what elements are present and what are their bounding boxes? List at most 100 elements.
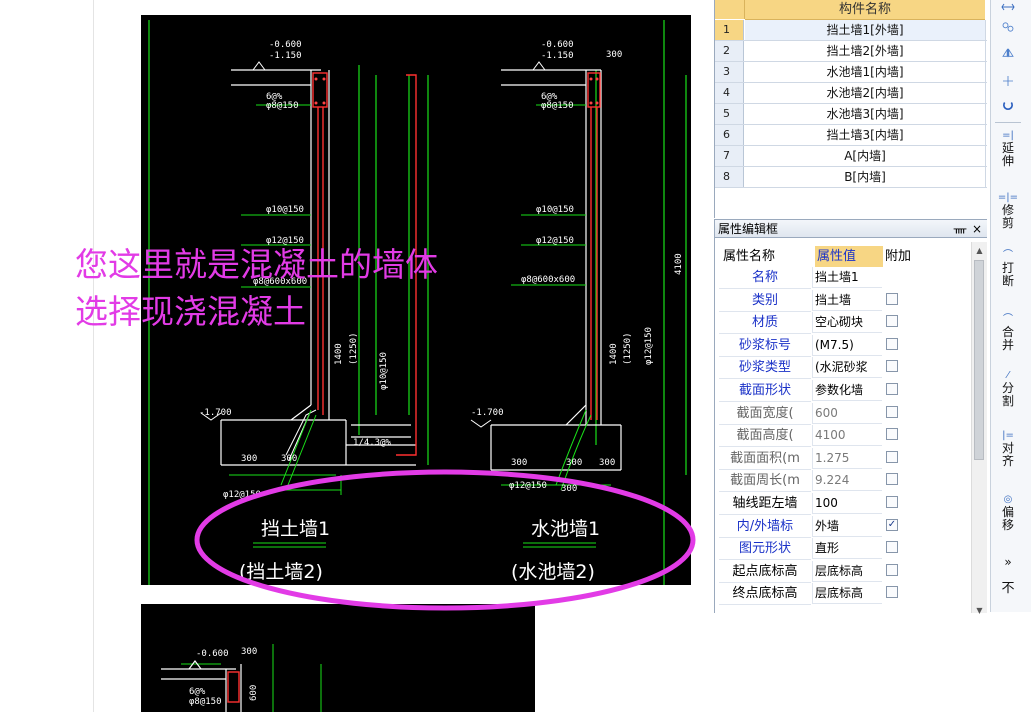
component-list-header[interactable]: 构件名称 [745,0,985,20]
component-list-corner [715,0,745,19]
property-extra-checkbox[interactable] [886,428,898,441]
edit-toolbar: =| 延伸 =|= 修剪 ⌒ 打断 ⌒ 合并 ⁄ 分割 |= 对齐 ◎ 偏移 » 不 [990,0,1031,612]
property-value[interactable]: 100 [812,493,882,514]
property-value[interactable]: 直形 [812,538,882,560]
property-scrollbar[interactable]: ▲ ▼ [971,242,987,615]
property-extra-checkbox[interactable] [886,405,898,418]
property-row[interactable]: 砂浆标号 (M7.5) [715,334,971,357]
component-list-panel: 构件名称 1 挡土墙1[外墙] 2 挡土墙2[外墙] 3 水池墙1[内墙] 4 水池墙2[内墙… [714,0,987,218]
property-extra-checkbox[interactable] [886,541,898,554]
property-row[interactable]: 名称 挡土墙1 [715,266,971,289]
left-label-3: φ8@150 [266,101,299,111]
property-row[interactable]: 砂浆类型 (水泥砂浆 [715,356,971,380]
property-value[interactable]: (M7.5) [812,334,882,356]
component-row-name[interactable]: 水池墙2[内墙] [745,83,986,103]
property-value[interactable]: 参数化墙 [812,380,882,401]
property-value[interactable]: 层底标高 [812,560,882,582]
left-label-13: φ12@150 [223,490,261,500]
property-extra-checkbox[interactable] [886,450,898,463]
component-row-name[interactable]: 水池墙3[内墙] [745,104,986,124]
bottom-label-4: 600 [249,685,259,701]
component-list-row[interactable]: 4 水池墙2[内墙] [715,83,987,104]
property-value[interactable]: 4100 [812,425,882,447]
toolbar-button-2[interactable]: ⌒ 打断 [993,250,1023,288]
close-icon[interactable]: × [970,220,984,238]
cad-drawing-bottom-svg: -0.600 300 6@% φ8@150 600 [161,644,322,712]
toolbar-icon-copy[interactable] [993,22,1023,33]
scroll-down-arrow-icon[interactable]: ▼ [972,604,987,618]
toolbar-button-3[interactable]: ⌒ 合并 [993,314,1023,352]
property-extra-checkbox[interactable] [886,383,898,395]
column-header-name[interactable]: 属性名称 [723,246,775,267]
right-label-9: (1250) [623,332,633,365]
property-value[interactable]: 空心砌块 [812,312,882,334]
component-list-row[interactable]: 8 B[内墙] [715,167,987,188]
property-row[interactable]: 类别 挡土墙 [715,289,971,312]
toolbar-more[interactable]: » [993,556,1023,569]
toolbar-button-0[interactable]: =| 延伸 [993,130,1023,168]
property-row[interactable]: 起点底标高 层底标高 [715,560,971,583]
property-value[interactable]: 挡土墙 [812,289,882,311]
property-value[interactable]: 外墙 [812,515,882,537]
property-value[interactable]: 9.224 [812,470,882,492]
scrollbar-thumb[interactable] [974,260,984,460]
right-label-0: -0.600 [541,40,574,50]
toolbar-icon-mirror[interactable] [993,48,1023,59]
right-label-14: 300 [566,458,582,468]
property-extra-checkbox[interactable] [886,292,898,305]
property-value[interactable]: (水泥砂浆 [812,357,882,379]
component-list-row[interactable]: 2 挡土墙2[外墙] [715,41,987,62]
left-label-4: φ10@150 [266,205,304,215]
component-list-row[interactable]: 6 挡土墙3[内墙] [715,125,987,146]
toolbar-icon-rotate[interactable] [993,100,1023,111]
toolbar-button-4[interactable]: ⁄ 分割 [993,370,1023,408]
left-label-7: 1400 [334,343,344,365]
page-margin-line [93,0,94,712]
column-header-extra[interactable]: 附加 [885,246,911,267]
property-value[interactable]: 挡土墙1 [812,267,882,288]
scroll-up-arrow-icon[interactable]: ▲ [972,244,987,258]
property-extra-checkbox[interactable] [886,360,898,373]
property-row[interactable]: 内/外墙标 外墙 ✓ [715,515,971,538]
property-name: 截面高度( [719,425,811,448]
property-row[interactable]: 终点底标高 层底标高 [715,582,971,606]
column-header-value[interactable]: 属性值 [815,246,883,267]
property-row[interactable]: 截面面积(m 1.275 [715,447,971,470]
property-extra-checkbox[interactable] [886,496,898,508]
pin-icon[interactable]: ᚄ [953,220,967,238]
component-list-row[interactable]: 7 A[内墙] [715,146,987,167]
component-row-name[interactable]: 挡土墙2[外墙] [745,41,986,61]
toolbar-button-1[interactable]: =|= 修剪 [993,192,1023,230]
toolbar-button-6[interactable]: ◎ 偏移 [993,494,1023,532]
property-row[interactable]: 截面周长(m 9.224 [715,469,971,493]
property-row[interactable]: 轴线距左墙 100 [715,492,971,515]
property-extra-checkbox[interactable]: ✓ [886,518,898,531]
right-label-17: 300 [561,484,577,494]
component-list-row[interactable]: 3 水池墙1[内墙] [715,62,987,83]
property-row[interactable]: 材质 空心砌块 [715,311,971,335]
right-label-16: φ12@150 [509,481,547,491]
property-extra-checkbox[interactable] [886,563,898,576]
chevron-down-icon: » [1004,555,1012,569]
component-row-name[interactable]: A[内墙] [745,146,986,166]
toolbar-icon-top[interactable] [993,2,1023,13]
property-extra-checkbox[interactable] [886,315,898,328]
property-extra-checkbox[interactable] [886,586,898,599]
property-extra-checkbox[interactable] [886,473,898,486]
component-list-row[interactable]: 5 水池墙3[内墙] [715,104,987,125]
component-row-name[interactable]: 挡土墙1[外墙] [745,20,986,40]
toolbar-icon-pan[interactable] [993,76,1023,87]
property-row[interactable]: 截面宽度(600 [715,402,971,425]
property-value[interactable]: 600 [812,402,882,424]
toolbar-button-5[interactable]: |= 对齐 [993,430,1023,468]
component-row-name[interactable]: 水池墙1[内墙] [745,62,986,82]
property-row[interactable]: 图元形状 直形 [715,537,971,561]
property-value[interactable]: 层底标高 [812,583,882,605]
component-row-name[interactable]: B[内墙] [745,167,986,187]
component-list-row[interactable]: 1 挡土墙1[外墙] [715,20,987,41]
property-value[interactable]: 1.275 [812,447,882,469]
property-extra-checkbox[interactable] [886,337,898,350]
property-row[interactable]: 截面形状 参数化墙 [715,379,971,402]
property-row[interactable]: 截面高度(4100 [715,424,971,448]
component-row-name[interactable]: 挡土墙3[内墙] [745,125,986,145]
